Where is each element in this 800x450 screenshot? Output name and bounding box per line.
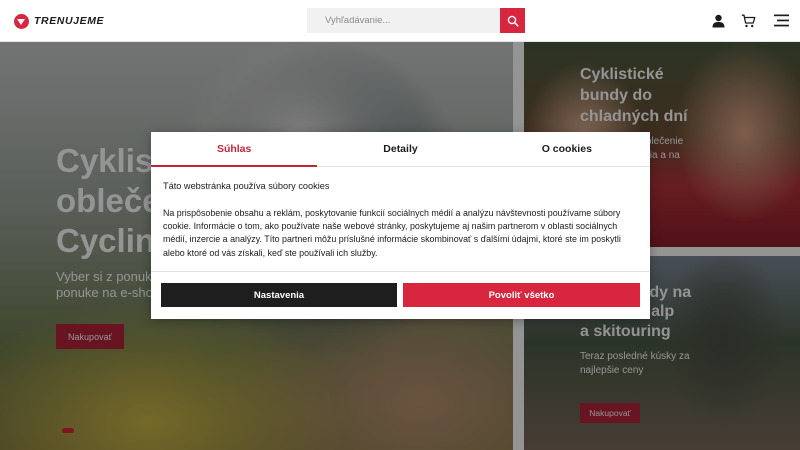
allow-all-button[interactable]: Povoliť všetko (403, 283, 640, 307)
site-header: TRENUJEME (0, 0, 800, 42)
tab-consent[interactable]: Súhlas (151, 132, 318, 167)
cookie-tabs: Súhlas Detaily O cookies (151, 132, 650, 167)
search-bar (307, 8, 525, 33)
cart-button[interactable] (740, 12, 757, 29)
cookie-consent-dialog: Súhlas Detaily O cookies Táto webstránka… (151, 132, 650, 319)
logo-mark-icon (14, 13, 29, 29)
settings-button[interactable]: Nastavenia (161, 283, 397, 307)
search-icon (507, 15, 519, 27)
logo-text: TRENUJEME (34, 15, 105, 27)
menu-button[interactable] (773, 12, 790, 29)
tab-about-cookies[interactable]: O cookies (484, 132, 650, 166)
search-input[interactable] (307, 8, 500, 33)
user-icon (712, 14, 725, 27)
logo[interactable]: TRENUJEME (14, 12, 104, 30)
menu-icon (774, 14, 789, 27)
tab-details[interactable]: Detaily (317, 132, 483, 166)
cookie-heading: Táto webstránka používa súbory cookies (163, 181, 330, 191)
cookie-body-text: Na prispôsobenie obsahu a reklám, poskyt… (163, 208, 621, 258)
search-button[interactable] (500, 8, 525, 33)
account-button[interactable] (710, 12, 727, 29)
cart-icon (741, 14, 756, 27)
divider (151, 271, 650, 272)
